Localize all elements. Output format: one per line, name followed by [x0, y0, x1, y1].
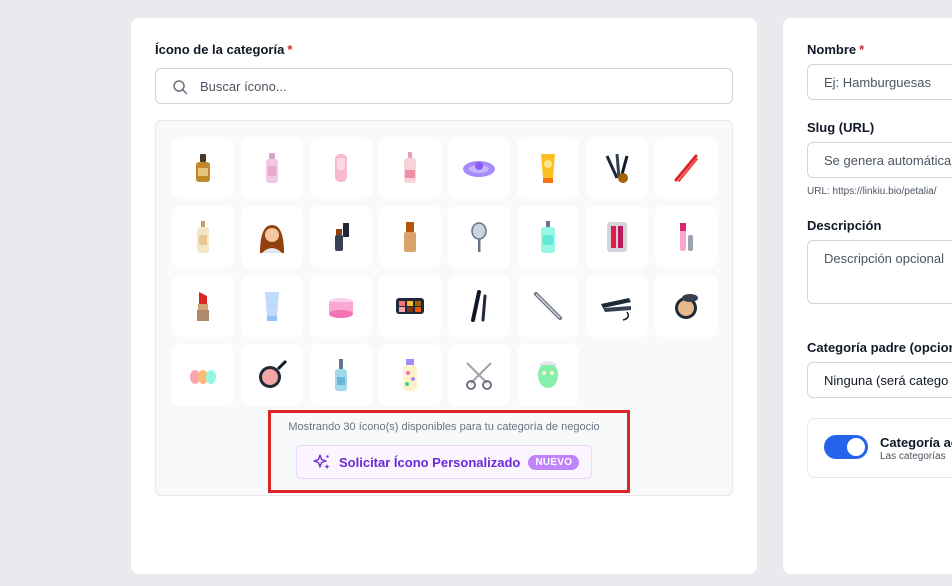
required-mark: *	[859, 42, 865, 57]
search-placeholder: Buscar ícono...	[200, 79, 287, 94]
purple-headband-icon	[463, 161, 495, 177]
name-field-label-text: Nombre	[807, 42, 857, 57]
new-badge: NUEVO	[528, 454, 580, 470]
required-mark: *	[287, 42, 293, 57]
icon-tile-blue-tube[interactable]	[241, 275, 303, 337]
icon-tile-eyeshadow-palette[interactable]	[379, 275, 441, 337]
icon-tile-pink-tube[interactable]	[310, 137, 372, 199]
request-custom-icon-button[interactable]: Solicitar Ícono Personalizado NUEVO	[296, 445, 592, 479]
parent-category-label: Categoría padre (opcion	[807, 340, 952, 355]
pink-spray-bottle-icon	[404, 152, 416, 183]
active-toggle-subtitle: Las categorías	[880, 451, 946, 462]
icon-tile-red-lipstick[interactable]	[172, 275, 234, 337]
beauty-sponges-icon	[190, 370, 216, 384]
sunscreen-tube-icon	[541, 154, 555, 183]
hand-mirror-icon	[471, 222, 487, 252]
foundation-bottle-icon	[404, 222, 416, 252]
icon-count-text: Mostrando 30 ícono(s) disponibles para t…	[288, 421, 600, 433]
icon-tile-nail-file[interactable]	[517, 275, 579, 337]
icon-tile-makeup-brushes[interactable]	[586, 137, 648, 199]
search-icon	[173, 80, 188, 95]
parent-category-select[interactable]: Ninguna (será catego	[807, 362, 952, 398]
icon-tile-cream-jar[interactable]	[310, 275, 372, 337]
icon-field-label-text: Ícono de la categoría	[155, 42, 285, 57]
scissors-icon	[466, 362, 492, 390]
icon-selector-card: Ícono de la categoría* Buscar ícono...	[131, 18, 757, 574]
blue-tube-icon	[265, 292, 279, 321]
parent-category-value: Ninguna (será catego	[824, 373, 949, 388]
serum-bottle-icon	[196, 154, 210, 182]
name-input[interactable]: Ej: Hamburguesas	[807, 64, 952, 100]
red-lipstick-icon	[197, 292, 209, 321]
icon-tile-hand-mirror[interactable]	[448, 206, 510, 268]
dropper-bottle-icon	[335, 359, 347, 391]
active-toggle[interactable]	[824, 435, 868, 459]
icon-tile-lip-gloss[interactable]	[655, 206, 717, 268]
icon-tile-face-mask[interactable]	[517, 344, 579, 406]
icon-tile-purple-headband[interactable]	[448, 137, 510, 199]
cream-jar-icon	[329, 298, 353, 318]
icon-field-label: Ícono de la categoría *	[155, 42, 292, 57]
slug-input[interactable]: Se genera automática	[807, 142, 952, 178]
icon-tile-beauty-sponges[interactable]	[172, 344, 234, 406]
lipstick-palette-icon	[607, 222, 627, 252]
icon-tile-foundation-bottle[interactable]	[379, 206, 441, 268]
request-button-label: Solicitar Ícono Personalizado	[339, 454, 521, 470]
pump-bottle-icon	[197, 221, 209, 253]
icon-tile-floral-bottle[interactable]	[379, 344, 441, 406]
compact-powder-icon	[675, 294, 698, 319]
face-mask-icon	[538, 361, 558, 388]
icon-tile-compact-powder[interactable]	[655, 275, 717, 337]
lip-gloss-icon	[680, 223, 693, 251]
slug-placeholder: Se genera automática	[824, 153, 952, 168]
name-placeholder: Ej: Hamburguesas	[824, 75, 931, 90]
slug-field-label: Slug (URL)	[807, 120, 875, 135]
nail-file-icon	[534, 292, 562, 320]
icon-tile-red-tweezers[interactable]	[655, 137, 717, 199]
blush-compact-icon	[259, 359, 288, 388]
icon-tile-hair-straightener[interactable]	[586, 275, 648, 337]
woman-portrait-icon	[260, 225, 284, 253]
eyeshadow-palette-icon	[396, 298, 424, 314]
icon-search-input[interactable]: Buscar ícono...	[155, 68, 733, 104]
active-toggle-title: Categoría ac	[880, 435, 952, 450]
pink-tube-icon	[335, 154, 347, 182]
floral-bottle-icon	[403, 359, 417, 391]
soap-dispenser-icon	[541, 221, 555, 253]
mascara-icon	[471, 290, 487, 322]
icon-tile-pump-bottle[interactable]	[172, 206, 234, 268]
slug-url-hint: URL: https://linkiu.bio/petalia/	[807, 186, 937, 197]
description-textarea[interactable]: Descripción opcional	[807, 240, 952, 304]
sparkles-icon	[313, 454, 330, 470]
icon-grid: Mostrando 30 ícono(s) disponibles para t…	[155, 120, 733, 496]
icon-tile-lipstick-palette[interactable]	[586, 206, 648, 268]
icon-tile-dropper-bottle[interactable]	[310, 344, 372, 406]
icon-tile-soap-dispenser[interactable]	[517, 206, 579, 268]
icon-tile-pink-lotion-bottle[interactable]	[241, 137, 303, 199]
eyeliner-icon	[335, 223, 349, 251]
description-field-label: Descripción	[807, 218, 882, 233]
name-field-label: Nombre *	[807, 42, 864, 57]
makeup-brushes-icon	[605, 153, 629, 183]
icon-tile-eyeliner[interactable]	[310, 206, 372, 268]
pink-lotion-bottle-icon	[266, 153, 278, 183]
icon-tile-serum-bottle[interactable]	[172, 137, 234, 199]
hair-straightener-icon	[601, 298, 631, 321]
icon-tile-blush-compact[interactable]	[241, 344, 303, 406]
toggle-knob	[847, 438, 865, 456]
active-category-card: Categoría ac Las categorías	[807, 418, 952, 478]
icon-tile-mascara[interactable]	[448, 275, 510, 337]
icon-tile-pink-spray-bottle[interactable]	[379, 137, 441, 199]
icon-tile-sunscreen-tube[interactable]	[517, 137, 579, 199]
icon-tile-scissors[interactable]	[448, 344, 510, 406]
description-placeholder: Descripción opcional	[824, 251, 944, 266]
category-form-card: Nombre * Ej: Hamburguesas Slug (URL) Se g…	[783, 18, 952, 574]
red-tweezers-icon	[674, 154, 698, 182]
icon-tile-woman-portrait[interactable]	[241, 206, 303, 268]
